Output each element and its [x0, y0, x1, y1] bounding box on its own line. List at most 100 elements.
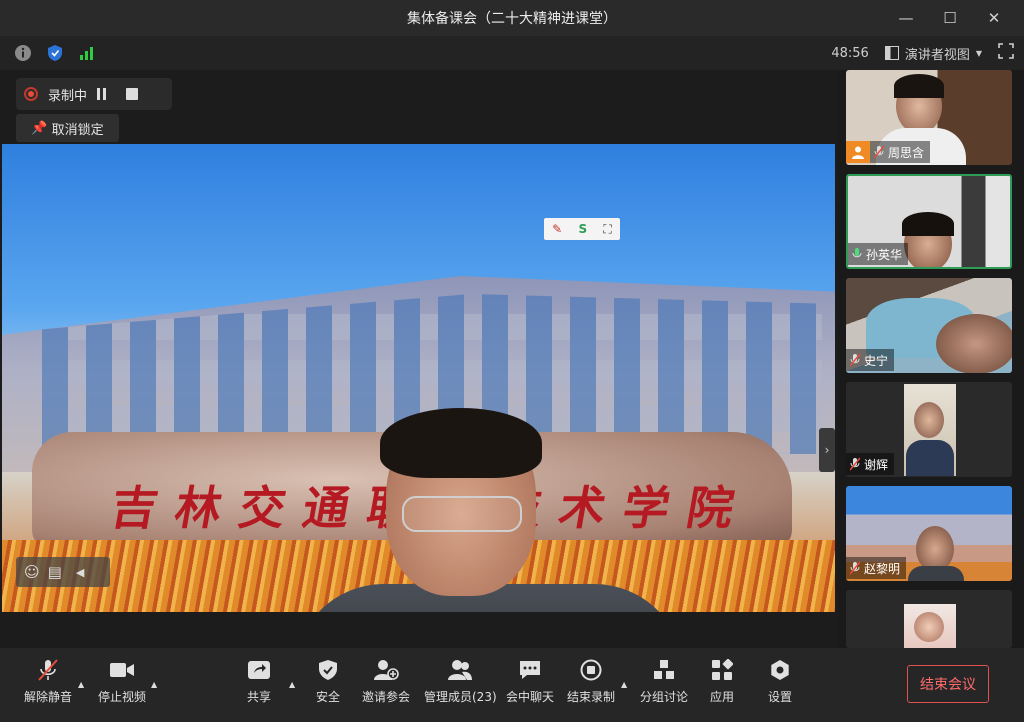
view-mode-dropdown[interactable]: 演讲者视图 ▼ [884, 44, 982, 63]
participant-name-tag: 赵黎明 [846, 557, 907, 579]
participant-tile[interactable]: 史宁 [846, 278, 1012, 373]
mic-muted-icon [874, 145, 884, 159]
speaker-video: 吉林交通职业技术学院 [2, 144, 835, 612]
apps-button[interactable]: 应用 [710, 658, 734, 705]
host-avatar-icon [846, 141, 870, 163]
pause-recording-icon[interactable] [97, 88, 107, 100]
share-button[interactable]: 共享 [247, 658, 271, 705]
breakout-rooms-icon [653, 658, 675, 682]
meeting-timer: 48:56 [831, 45, 869, 61]
members-icon [447, 658, 473, 682]
participant-name: 孙英华 [866, 247, 903, 262]
share-screen-icon [247, 658, 271, 682]
recording-bar: 录制中 [16, 78, 172, 110]
close-button[interactable]: ✕ [972, 0, 1016, 36]
chevron-right-icon: › [824, 443, 830, 457]
unmute-label: 解除静音 [24, 690, 73, 704]
audio-options-caret[interactable]: ▲ [78, 680, 84, 689]
meeting-chat-label: 会中聊天 [506, 690, 555, 704]
speaker-glasses [402, 496, 522, 532]
recording-icon [24, 87, 38, 101]
participant-name: 赵黎明 [864, 561, 901, 576]
fullscreen-icon[interactable] [998, 43, 1014, 63]
participant-tile[interactable]: 谢辉 [846, 382, 1012, 477]
chat-icon [518, 658, 542, 682]
mic-muted-icon [850, 561, 860, 575]
participant-tile[interactable] [846, 590, 1012, 648]
expand-icon[interactable]: ⛶ [603, 222, 611, 237]
participant-tile[interactable]: 孙英华 [846, 174, 1012, 269]
apps-grid-icon [711, 658, 733, 682]
pin-icon: 📌 [31, 120, 48, 136]
stop-video-button[interactable]: 停止视频 [98, 658, 146, 705]
manage-members-label: 管理成员(23) [424, 690, 497, 704]
participant-name-tag: 史宁 [846, 349, 895, 371]
signal-icon[interactable] [78, 44, 96, 62]
video-options-caret[interactable]: ▲ [151, 680, 157, 689]
meeting-chat-button[interactable]: 会中聊天 [506, 658, 554, 705]
participant-tile[interactable]: 赵黎明 [846, 486, 1012, 581]
participant-name: 周思含 [888, 145, 925, 160]
stop-video-label: 停止视频 [98, 690, 147, 704]
participant-name-tag: 谢辉 [846, 453, 895, 475]
unlock-button[interactable]: 📌 取消锁定 [16, 114, 119, 142]
window-controls: — ☐ ✕ [884, 0, 1016, 36]
security-button[interactable]: 安全 [316, 658, 340, 705]
video-camera-icon [109, 658, 135, 682]
window-title: 集体备课会（二十大精神进课堂） [407, 11, 617, 27]
chevron-down-icon: ▼ [975, 48, 982, 58]
reaction-strip: ☺ ▤ ◀ [16, 557, 110, 587]
mic-muted-icon [37, 658, 59, 682]
share-label: 共享 [247, 690, 272, 704]
chat-bubble-icon[interactable]: ▤ [48, 563, 62, 581]
maximize-button[interactable]: ☐ [928, 0, 972, 36]
participant-name-tag: 周思含 [846, 141, 931, 163]
end-recording-button[interactable]: 结束录制 [567, 658, 615, 705]
mic-active-icon [852, 247, 862, 261]
participant-name-tag: 孙英华 [848, 243, 909, 265]
breakout-button[interactable]: 分组讨论 [640, 658, 688, 705]
participant-sidebar: 周思含 孙英华 史宁 谢辉 赵黎明 [838, 70, 1024, 648]
view-mode-label: 演讲者视图 [904, 47, 970, 63]
record-stop-icon [580, 658, 602, 682]
participant-video [846, 590, 1012, 648]
manage-members-button[interactable]: 管理成员(23) [424, 658, 497, 705]
bottom-toolbar: 解除静音 ▲ 停止视频 ▲ 共享 ▲ 安全 邀请参会 管理成员(23) 会中聊天… [0, 648, 1024, 722]
floating-toolbar: ✎ S ⛶ [544, 218, 620, 240]
speaker-person [294, 408, 684, 612]
add-user-icon [373, 658, 399, 682]
unmute-button[interactable]: 解除静音 [24, 658, 72, 705]
apps-label: 应用 [710, 690, 735, 704]
participant-name: 谢辉 [864, 457, 889, 472]
record-options-caret[interactable]: ▲ [621, 680, 627, 689]
shield-check-icon [318, 658, 338, 682]
breakout-label: 分组讨论 [640, 690, 689, 704]
end-recording-label: 结束录制 [567, 690, 616, 704]
gear-icon [769, 658, 791, 682]
share-options-caret[interactable]: ▲ [289, 680, 295, 689]
participant-tile[interactable]: 周思含 [846, 70, 1012, 165]
collapse-left-icon[interactable]: ◀ [76, 566, 84, 579]
info-icon[interactable] [14, 44, 32, 62]
invite-label: 邀请参会 [362, 690, 411, 704]
sidebar-collapse-button[interactable]: › [819, 428, 835, 472]
title-bar: 集体备课会（二十大精神进课堂） — ☐ ✕ [0, 0, 1024, 36]
stop-recording-icon[interactable] [126, 88, 139, 100]
settings-label: 设置 [768, 690, 793, 704]
shield-icon[interactable] [46, 44, 64, 62]
speaker-hair [380, 408, 542, 478]
end-meeting-button[interactable]: 结束会议 [907, 665, 989, 703]
recording-label: 录制中 [48, 88, 88, 104]
annotate-icon[interactable]: ✎ [552, 222, 562, 236]
settings-button[interactable]: 设置 [768, 658, 792, 705]
emoji-icon[interactable]: ☺ [24, 563, 40, 581]
main-video-area: 录制中 📌 取消锁定 吉林交通职业技术学院 ✎ S ⛶ ☺ ▤ ◀ › [0, 70, 838, 648]
invite-button[interactable]: 邀请参会 [362, 658, 410, 705]
minimize-button[interactable]: — [884, 0, 928, 36]
unlock-label: 取消锁定 [51, 122, 104, 138]
security-label: 安全 [316, 690, 341, 704]
mic-muted-icon [850, 353, 860, 367]
mic-muted-icon [850, 457, 860, 471]
participant-name: 史宁 [864, 353, 889, 368]
s-icon[interactable]: S [578, 222, 587, 236]
